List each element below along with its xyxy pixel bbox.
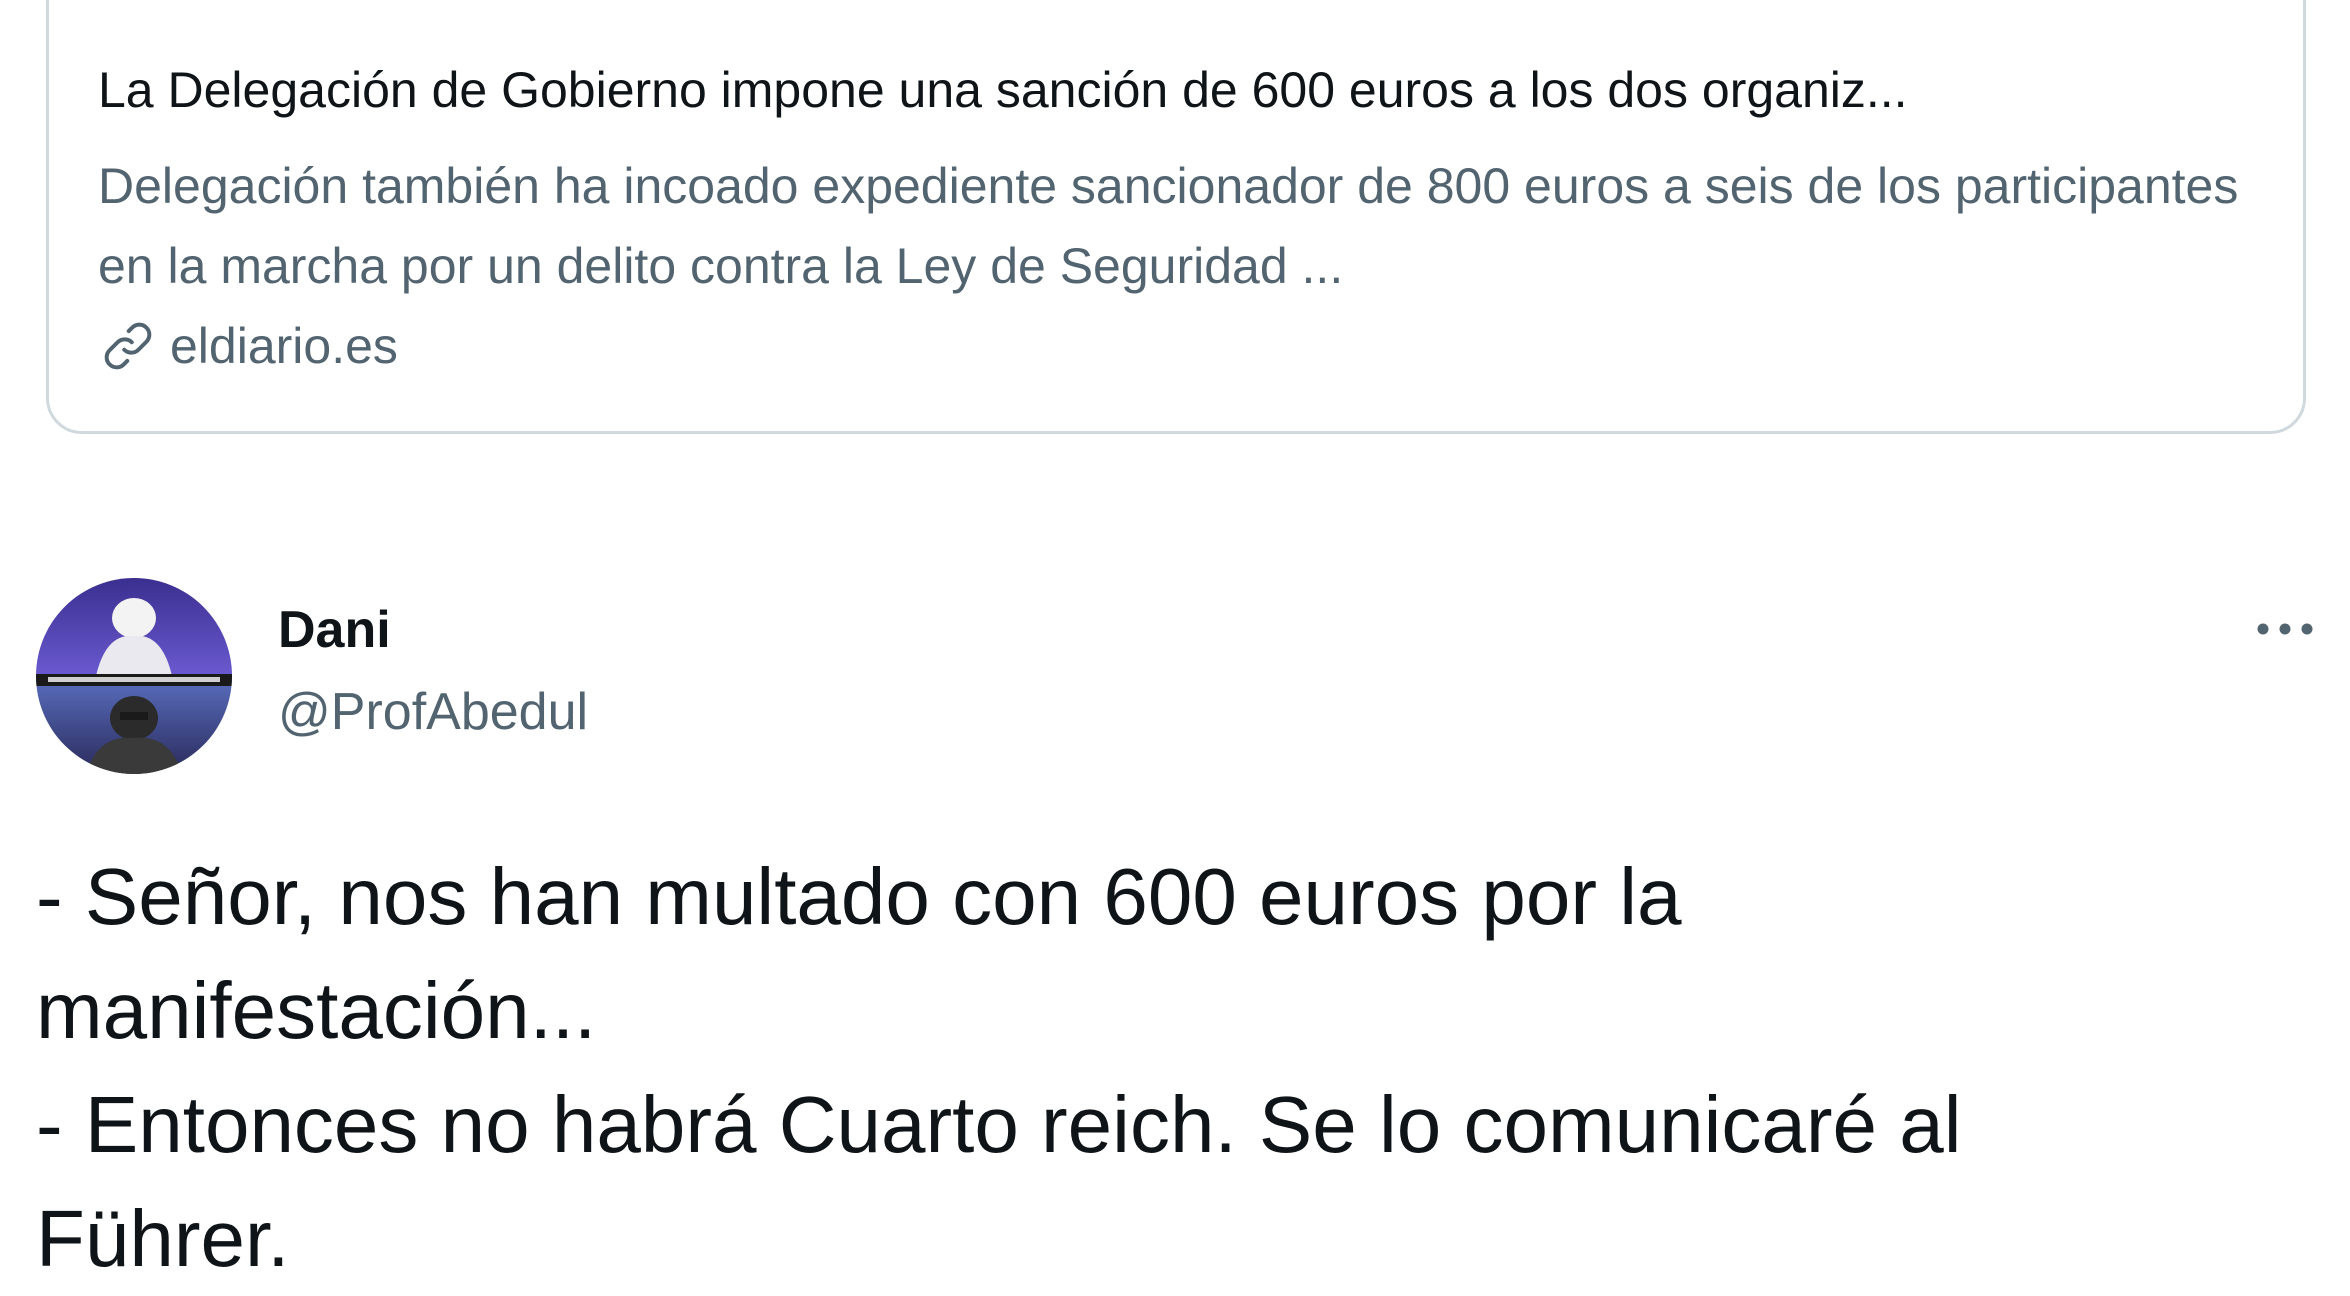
link-card-source-label: eldiario.es bbox=[170, 318, 398, 374]
link-icon bbox=[98, 316, 158, 376]
link-card-title[interactable]: La Delegación de Gobierno impone una san… bbox=[98, 60, 1908, 120]
link-card-description: Delegación también ha incoado expediente… bbox=[98, 158, 2239, 294]
tweet-text-line: manifestación... bbox=[36, 966, 597, 1055]
more-options-button[interactable] bbox=[2240, 596, 2330, 666]
avatar[interactable] bbox=[36, 578, 232, 774]
tweet-text-line: - Señor, nos han multado con 600 euros p… bbox=[36, 852, 1682, 941]
author-name[interactable]: Dani bbox=[278, 598, 391, 662]
author-handle[interactable]: @ProfAbedul bbox=[278, 680, 588, 744]
tweet-text: - Señor, nos han multado con 600 euros p… bbox=[36, 840, 2326, 1296]
tweet-text-line: - Entonces no habrá Cuarto reich. Se lo … bbox=[36, 1080, 1962, 1169]
more-icon bbox=[2255, 621, 2315, 642]
link-card-source[interactable]: eldiario.es bbox=[98, 314, 398, 378]
tweet-text-line: Führer. bbox=[36, 1194, 290, 1283]
